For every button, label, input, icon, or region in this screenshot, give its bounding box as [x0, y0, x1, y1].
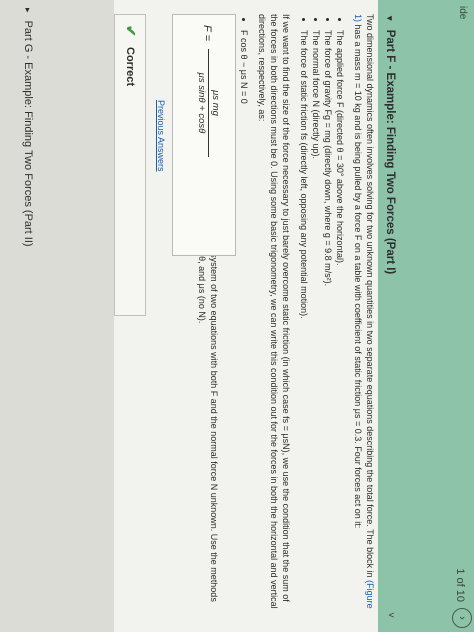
caret-down-icon: ▾: [385, 16, 395, 21]
page-counter: 1 of 10: [454, 568, 466, 602]
collapse-icon[interactable]: ˅: [385, 612, 396, 618]
check-icon: ✔: [123, 25, 139, 37]
equation-item: F cos θ − μs N = 0: [238, 30, 250, 614]
part-f-title: Part F - Example: Finding Two Forces (Pa…: [384, 29, 396, 275]
force-item: The normal force N (directly up).: [310, 30, 322, 614]
condition-paragraph: If we want to find the size of the force…: [257, 14, 291, 609]
force-item: The force of static friction fs (directl…: [298, 30, 310, 614]
next-icon[interactable]: ›: [452, 608, 472, 628]
answer-lhs: F =: [201, 25, 213, 42]
force-item: The applied force F (directed θ = 30° ab…: [334, 30, 346, 614]
caret-right-icon: ▸: [23, 8, 33, 13]
previous-answers-link[interactable]: Previous Answers: [156, 100, 166, 172]
part-f-header[interactable]: ▾ Part F - Example: Finding Two Forces (…: [384, 16, 396, 274]
answer-fraction: μs mg μs sinθ + cosθ: [196, 49, 221, 157]
answer-box[interactable]: F = μs mg μs sinθ + cosθ: [172, 14, 236, 256]
answer-denominator: μs sinθ + cosθ: [196, 72, 207, 134]
result-label: Correct: [124, 47, 136, 87]
intro-paragraph: Two dimensional dynamics often involves …: [353, 14, 375, 609]
force-item: The force of gravity Fg = mg (directly d…: [322, 30, 334, 614]
assignment-page: ide 1 of 10 › ▾ Part F - Example: Findin…: [0, 0, 474, 632]
part-g-title: Part G - Example: Finding Two Forces (Pa…: [22, 20, 34, 247]
window-title: ide: [457, 6, 468, 20]
part-g-header[interactable]: ▸ Part G - Example: Finding Two Forces (…: [22, 8, 34, 247]
answer-numerator: μs mg: [208, 49, 221, 157]
force-list: The applied force F (directed θ = 30° ab…: [298, 14, 346, 614]
lower-panel: [0, 0, 114, 632]
result-banner: ✔ Correct: [114, 14, 146, 316]
